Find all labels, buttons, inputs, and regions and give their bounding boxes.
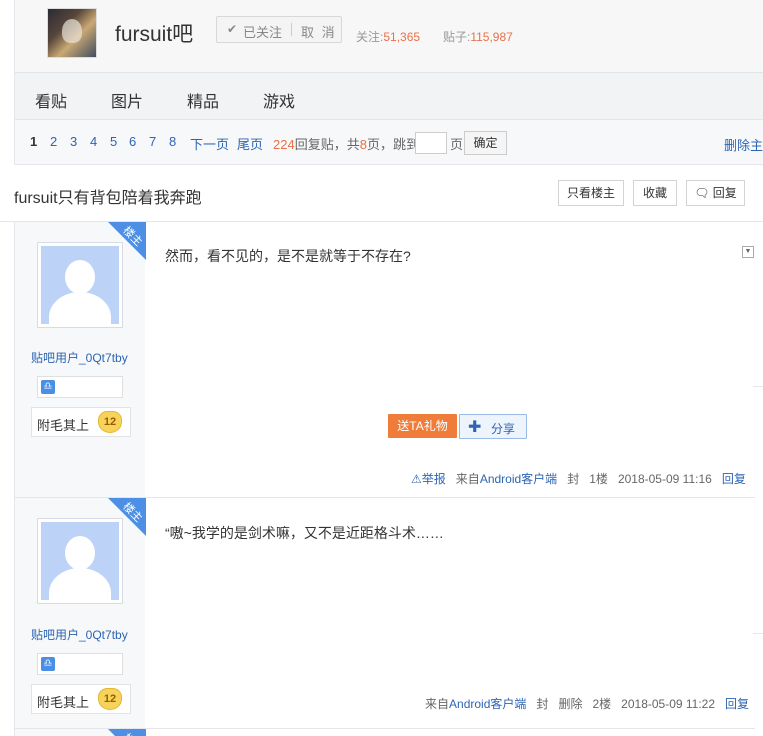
- forum-title[interactable]: fursuit吧: [115, 18, 193, 48]
- chevron-down-icon[interactable]: ▼: [742, 246, 754, 258]
- page-unit: 页: [450, 137, 464, 152]
- floor-number: 2楼: [592, 697, 612, 711]
- post-time: 2018-05-09 11:22: [621, 697, 716, 711]
- level-badge: 12: [98, 688, 122, 710]
- reply-button[interactable]: 🗨 回复: [686, 180, 745, 206]
- comment-icon: 🗨: [694, 186, 710, 200]
- libra-badge-icon[interactable]: ♎: [41, 657, 55, 671]
- seal-link[interactable]: 封: [536, 697, 548, 711]
- next-page-link[interactable]: 下一页: [190, 134, 229, 153]
- follow-button[interactable]: ✔ 已关注 取 消: [216, 16, 342, 43]
- favorite-button[interactable]: 收藏: [633, 180, 677, 206]
- thread-title: fursuit只有背包陪着我奔跑: [14, 190, 202, 207]
- followers-count: 51,365: [383, 30, 421, 44]
- last-page-link[interactable]: 尾页: [237, 134, 263, 153]
- post-username[interactable]: 贴吧用户_0Qt7tby: [31, 626, 128, 643]
- badge-box: ♎: [37, 376, 123, 398]
- send-gift-button[interactable]: 送TA礼物: [388, 414, 457, 438]
- unfollow-button[interactable]: 取 消: [301, 22, 337, 41]
- page-6[interactable]: 6: [129, 134, 136, 149]
- page-2[interactable]: 2: [50, 134, 57, 149]
- warning-triangle-icon: ⚠: [411, 472, 422, 486]
- level-box: 附毛其上 12: [31, 684, 131, 714]
- badge-box: ♎: [37, 653, 123, 675]
- check-icon: ✔: [227, 22, 238, 36]
- forum-avatar[interactable]: [47, 8, 97, 58]
- right-strip: [753, 222, 763, 497]
- page-4[interactable]: 4: [90, 134, 97, 149]
- post-content: 然而，看不见的，是不是就等于不存在?: [165, 248, 411, 264]
- post-tail: 来自Android客户端 封 删除 2楼 2018-05-09 11:22 回复: [425, 695, 749, 712]
- source-client-link[interactable]: Android客户端: [449, 697, 526, 711]
- tab-posts[interactable]: 看贴: [35, 88, 67, 112]
- page-8[interactable]: 8: [169, 134, 176, 149]
- tab-featured[interactable]: 精品: [187, 88, 219, 112]
- delete-thread-link[interactable]: 删除主题: [724, 135, 763, 154]
- post-username[interactable]: 贴吧用户_0Qt7tby: [31, 349, 128, 366]
- page-jump-input[interactable]: [415, 132, 447, 154]
- right-strip-line: [753, 386, 763, 387]
- post-reply-link[interactable]: 回复: [725, 697, 749, 711]
- source-client-link[interactable]: Android客户端: [480, 472, 557, 486]
- page-5[interactable]: 5: [110, 134, 117, 149]
- posts-count: 115,987: [470, 30, 513, 44]
- right-strip: [753, 498, 763, 728]
- post-reply-link[interactable]: 回复: [722, 472, 746, 486]
- only-op-button[interactable]: 只看楼主: [558, 180, 624, 206]
- delete-post-link[interactable]: 删除: [558, 697, 582, 711]
- source-prefix: 来自: [455, 472, 480, 486]
- right-strip-line: [753, 633, 763, 634]
- avatar[interactable]: [37, 242, 123, 328]
- share-button[interactable]: ✚ 分享: [459, 414, 527, 439]
- level-box: 附毛其上 12: [31, 407, 131, 437]
- post-content: “嗷~我学的是剑术嘛，又不是近距格斗术……: [165, 525, 444, 541]
- level-name: 附毛其上: [37, 418, 90, 433]
- posts-stat: 贴子:115,987: [443, 30, 513, 44]
- pager-summary: 224回复贴，共8页，跳到: [273, 137, 419, 152]
- avatar[interactable]: [37, 518, 123, 604]
- pager: 1 2 3 4 5 6 7 8 下一页 尾页 224回复贴，共8页，跳到 页 确…: [15, 120, 763, 165]
- level-name: 附毛其上: [37, 695, 90, 710]
- report-link[interactable]: ⚠举报: [411, 472, 446, 486]
- post-time: 2018-05-09 11:16: [617, 472, 712, 486]
- tab-games[interactable]: 游戏: [263, 88, 295, 112]
- follow-label: 已关注: [243, 25, 283, 40]
- libra-badge-icon[interactable]: ♎: [41, 380, 55, 394]
- page-3[interactable]: 3: [70, 134, 77, 149]
- floor-number: 1楼: [589, 472, 608, 486]
- plus-icon: ✚: [468, 419, 482, 436]
- followers-stat: 关注:51,365: [356, 30, 421, 44]
- jump-ok-button[interactable]: 确定: [464, 131, 507, 155]
- thread-title-bar: fursuit只有背包陪着我奔跑 只看楼主 收藏 🗨 回复: [0, 165, 763, 222]
- post-tail: ⚠举报 来自Android客户端 封 1楼 2018-05-09 11:16 回…: [411, 470, 746, 487]
- seal-link[interactable]: 封: [567, 472, 579, 486]
- tab-images[interactable]: 图片: [111, 88, 143, 112]
- level-badge: 12: [98, 411, 122, 433]
- page-1: 1: [30, 134, 38, 149]
- source-prefix: 来自: [425, 697, 450, 711]
- op-ribbon: 楼主: [108, 729, 146, 736]
- page-7[interactable]: 7: [149, 134, 156, 149]
- follow-divider: [291, 23, 292, 36]
